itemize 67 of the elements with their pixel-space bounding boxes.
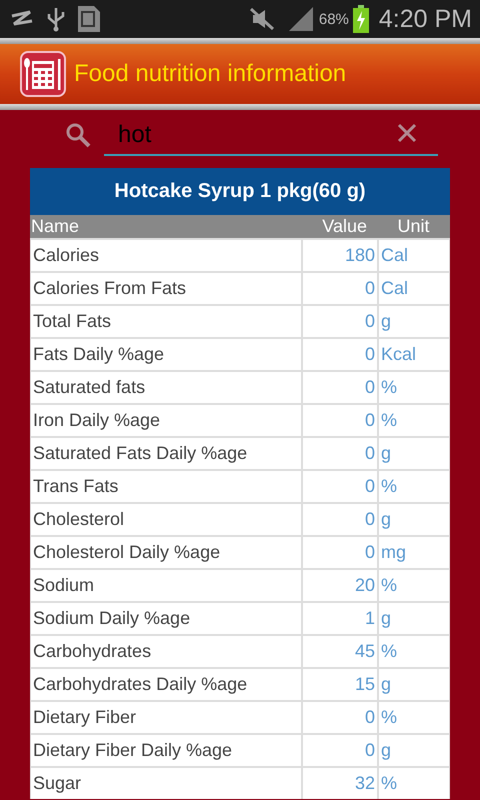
nutrient-name: Saturated fats (31, 372, 301, 403)
nutrient-unit: % (379, 768, 449, 799)
nutrient-value: 0 (303, 306, 377, 337)
clock-time: 4:20 PM (378, 4, 472, 34)
sd-card-icon (76, 4, 102, 34)
app-title: Food nutrition information (74, 60, 346, 88)
column-header: Value (321, 215, 368, 238)
nutrient-name: Sugar (31, 768, 301, 799)
nutrient-value: 32 (303, 768, 377, 799)
nutrient-unit: g (379, 603, 449, 634)
nutrient-name: Cholesterol Daily %age (31, 537, 301, 568)
nutrient-name: Cholesterol (31, 504, 301, 535)
column-header: Name (30, 215, 80, 238)
nutrient-unit: % (379, 471, 449, 502)
nutrient-name: Dietary Fiber Daily %age (31, 735, 301, 766)
nutrient-unit: g (379, 669, 449, 700)
nutrient-value: 1 (303, 603, 377, 634)
nutrient-value: 0 (303, 339, 377, 370)
nutrient-name: Iron Daily %age (31, 405, 301, 436)
nutrient-unit: % (379, 570, 449, 601)
column-header: Unit (396, 215, 430, 238)
nutrient-name: Dietary Fiber (31, 702, 301, 733)
nutrient-unit: % (379, 636, 449, 667)
nutrient-name: Carbohydrates (31, 636, 301, 667)
signal-icon (286, 5, 315, 33)
nutrient-value: 0 (303, 471, 377, 502)
nutrient-value: 45 (303, 636, 377, 667)
nutrient-value: 0 (303, 537, 377, 568)
nutrient-unit: Kcal (379, 339, 449, 370)
search-field[interactable]: hot (104, 120, 438, 156)
nutrient-name: Carbohydrates Daily %age (31, 669, 301, 700)
nutrient-value: 0 (303, 273, 377, 304)
battery-charging-icon (352, 5, 369, 33)
nutrient-name: Sodium (31, 570, 301, 601)
nutrient-value: 0 (303, 702, 377, 733)
search-icon[interactable] (64, 121, 92, 149)
nutrient-name: Calories From Fats (31, 273, 301, 304)
nutrient-unit: % (379, 405, 449, 436)
nutrient-value: 0 (303, 504, 377, 535)
nutrient-value: 20 (303, 570, 377, 601)
nutrient-name: Trans Fats (31, 471, 301, 502)
usb-icon (46, 6, 66, 32)
nutrient-unit: g (379, 735, 449, 766)
nutrient-value: 180 (303, 240, 377, 271)
clear-icon[interactable] (396, 122, 418, 144)
nutrient-unit: g (379, 306, 449, 337)
food-title: Hotcake Syrup 1 pkg(60 g) (30, 168, 450, 215)
nutrient-value: 0 (303, 438, 377, 469)
mute-icon (248, 7, 275, 31)
battery-percent: 68% (318, 10, 349, 28)
nutrient-unit: Cal (379, 240, 449, 271)
nutrient-unit: % (379, 702, 449, 733)
nutrient-name: Sodium Daily %age (31, 603, 301, 634)
nutrient-unit: mg (379, 537, 449, 568)
nutrient-unit: g (379, 504, 449, 535)
nutrient-name: Calories (31, 240, 301, 271)
nutrient-name: Total Fats (31, 306, 301, 337)
nutrient-unit: g (379, 438, 449, 469)
nutrient-unit: % (379, 372, 449, 403)
nutrient-name: Saturated Fats Daily %age (31, 438, 301, 469)
nutrient-value: 0 (303, 405, 377, 436)
nutrient-value: 0 (303, 372, 377, 403)
nutrient-unit: Cal (379, 273, 449, 304)
nutrient-value: 15 (303, 669, 377, 700)
nutrient-name: Fats Daily %age (31, 339, 301, 370)
calculator-utensils-icon (20, 51, 66, 97)
nutrient-value: 0 (303, 735, 377, 766)
